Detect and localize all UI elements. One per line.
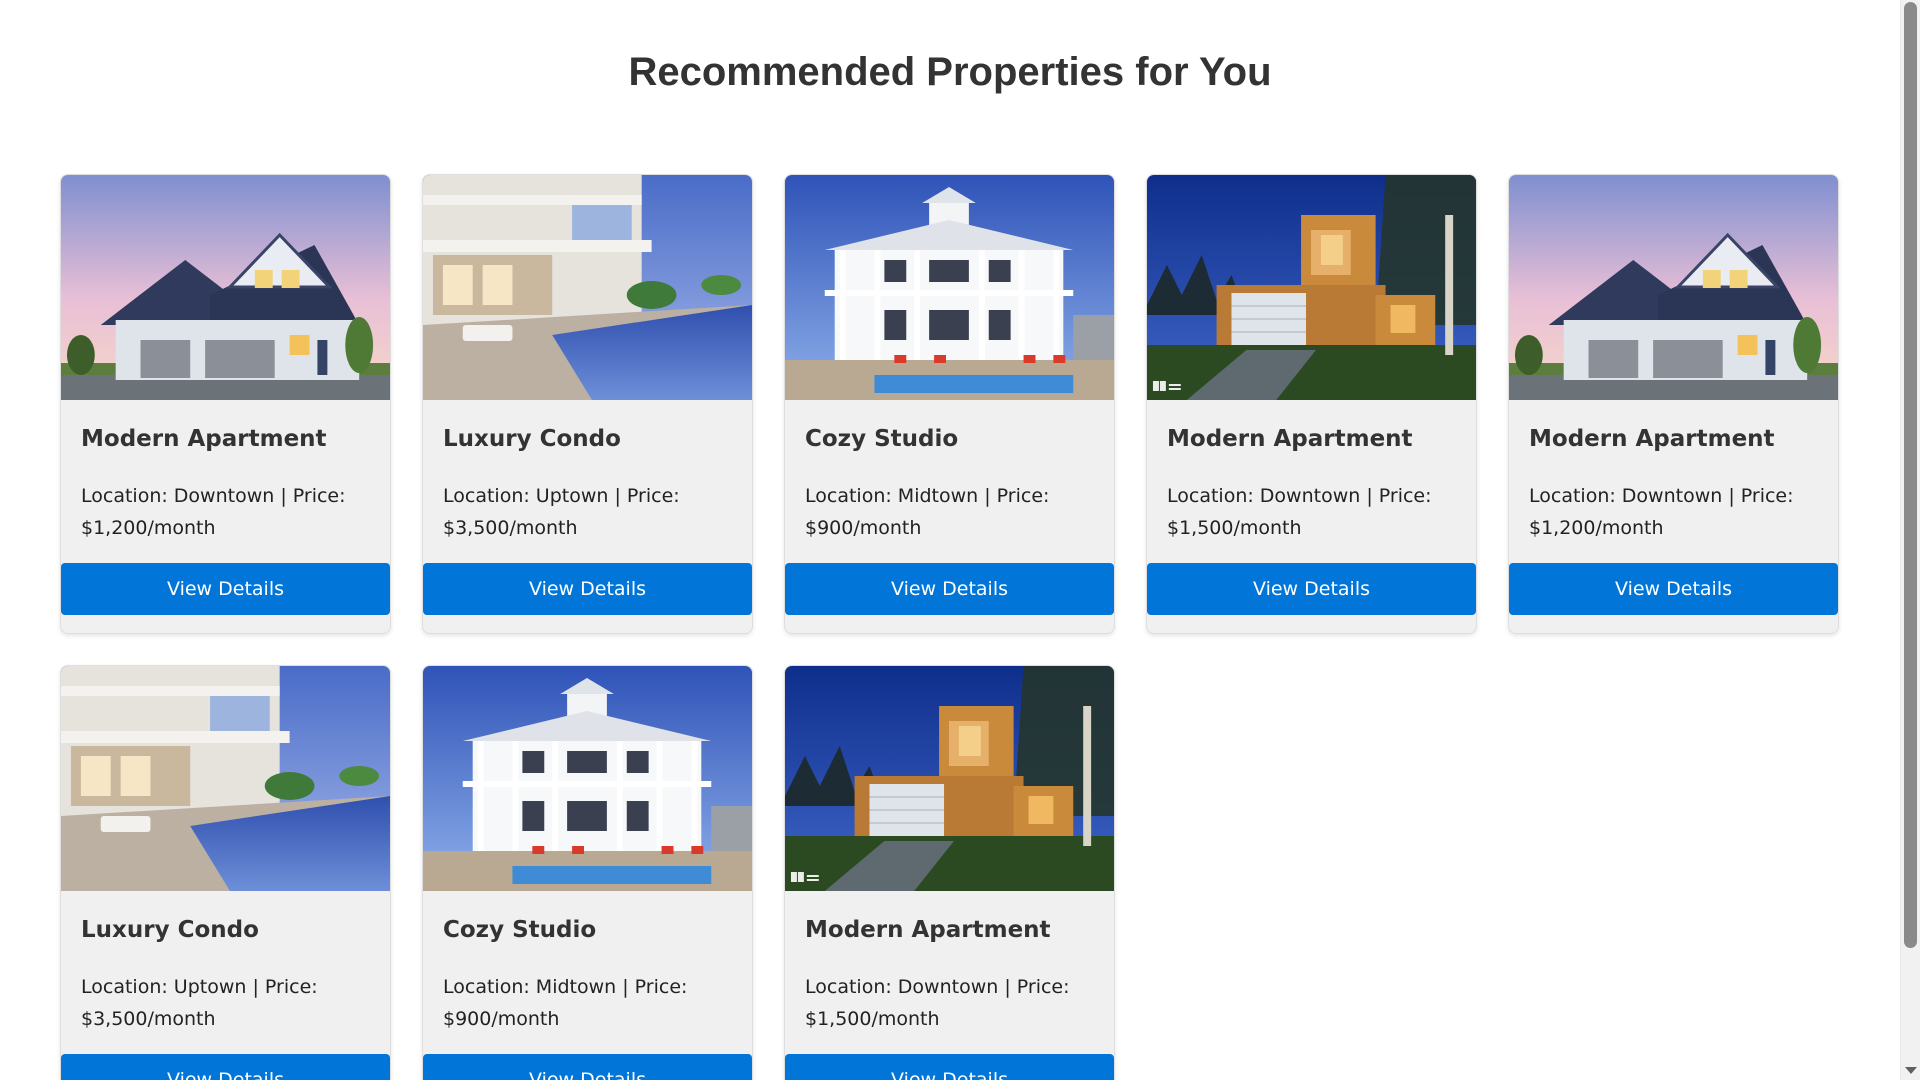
scroll-down-arrow-icon[interactable]	[1905, 1067, 1917, 1074]
vertical-scrollbar[interactable]	[1900, 0, 1920, 1080]
property-card: Modern Apartment Location: Downtown | Pr…	[60, 174, 391, 634]
page-title: Recommended Properties for You	[628, 50, 1272, 94]
view-details-button[interactable]: View Details	[785, 563, 1114, 615]
property-image	[423, 175, 752, 400]
view-details-button[interactable]: View Details	[1147, 563, 1476, 615]
property-image	[423, 666, 752, 891]
property-image	[61, 175, 390, 400]
property-description: Location: Midtown | Price: $900/month	[443, 976, 688, 1030]
property-title: Luxury Condo	[81, 917, 259, 943]
view-details-button[interactable]: View Details	[423, 1054, 752, 1080]
property-description: Location: Downtown | Price: $1,500/month	[1167, 485, 1432, 539]
view-details-button[interactable]: View Details	[1509, 563, 1838, 615]
property-grid: Modern Apartment Location: Downtown | Pr…	[60, 174, 1840, 1080]
view-details-button[interactable]: View Details	[423, 563, 752, 615]
view-details-button[interactable]: View Details	[61, 563, 390, 615]
scrollbar-thumb[interactable]	[1904, 2, 1917, 948]
property-title: Modern Apartment	[1529, 426, 1775, 452]
property-image	[785, 666, 1114, 891]
property-description: Location: Midtown | Price: $900/month	[805, 485, 1050, 539]
property-title: Cozy Studio	[805, 426, 959, 452]
browser-viewport: Recommended Properties for You Modern Ap…	[0, 0, 1920, 1080]
property-description: Location: Uptown | Price: $3,500/month	[81, 976, 318, 1030]
view-details-button[interactable]: View Details	[785, 1054, 1114, 1080]
property-card: Cozy Studio Location: Midtown | Price: $…	[784, 174, 1115, 634]
property-title: Modern Apartment	[1167, 426, 1413, 452]
property-card: Modern Apartment Location: Downtown | Pr…	[1508, 174, 1839, 634]
property-description: Location: Downtown | Price: $1,200/month	[81, 485, 346, 539]
property-image	[1509, 175, 1838, 400]
view-details-button[interactable]: View Details	[61, 1054, 390, 1080]
property-card: Cozy Studio Location: Midtown | Price: $…	[422, 665, 753, 1080]
property-title: Luxury Condo	[443, 426, 621, 452]
property-title: Cozy Studio	[443, 917, 597, 943]
property-card: Modern Apartment Location: Downtown | Pr…	[784, 665, 1115, 1080]
property-card: Modern Apartment Location: Downtown | Pr…	[1146, 174, 1477, 634]
property-description: Location: Downtown | Price: $1,200/month	[1529, 485, 1794, 539]
property-card: Luxury Condo Location: Uptown | Price: $…	[422, 174, 753, 634]
property-title: Modern Apartment	[805, 917, 1051, 943]
property-card: Luxury Condo Location: Uptown | Price: $…	[60, 665, 391, 1080]
page-content: Recommended Properties for You Modern Ap…	[0, 0, 1900, 1080]
property-image	[1147, 175, 1476, 400]
property-description: Location: Uptown | Price: $3,500/month	[443, 485, 680, 539]
property-description: Location: Downtown | Price: $1,500/month	[805, 976, 1070, 1030]
property-title: Modern Apartment	[81, 426, 327, 452]
property-image	[785, 175, 1114, 400]
property-image	[61, 666, 390, 891]
